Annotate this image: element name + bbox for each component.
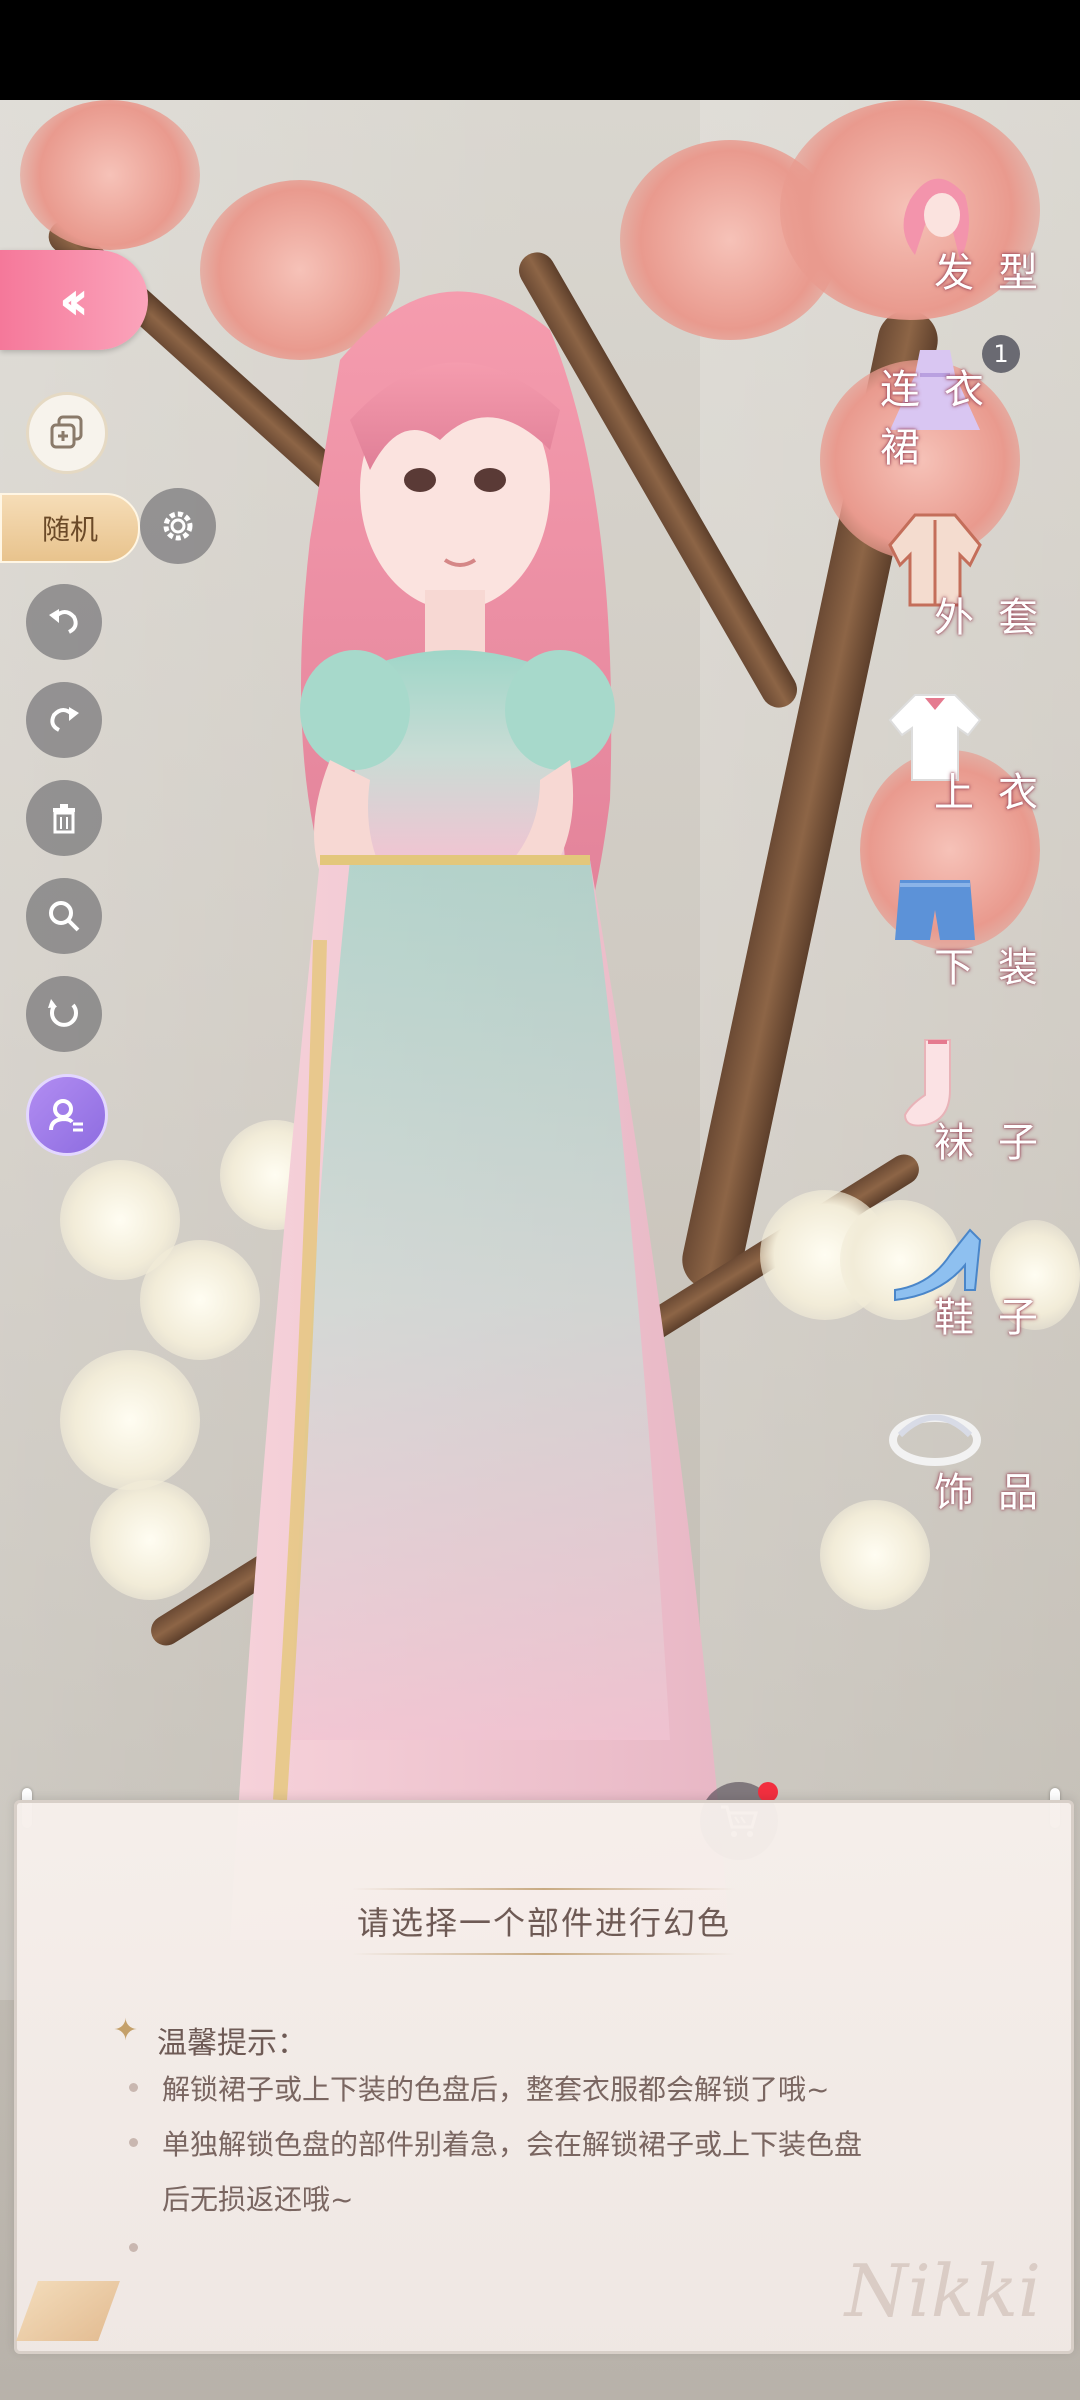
undo-icon (49, 609, 78, 634)
category-label: 上衣 (934, 770, 1062, 816)
tip-heading: 温馨提示： (157, 2026, 307, 2061)
layers-plus-icon (50, 415, 83, 449)
character-model (230, 291, 730, 1940)
category-bottoms[interactable]: 下装 (880, 855, 1080, 1005)
random-button[interactable]: 随机 (0, 493, 140, 563)
status-bar (0, 0, 1080, 100)
category-socks[interactable]: 袜子 (880, 1030, 1080, 1180)
category-label: 外套 (934, 595, 1062, 641)
signature-watermark: Nikki (844, 2249, 1041, 2333)
tip-line: 解锁裙子或上下装的色盘后，整套衣服都会解锁了哦~ (162, 2073, 830, 2106)
category-label: 连衣裙 (880, 367, 1008, 471)
category-top[interactable]: 上衣 (880, 680, 1080, 830)
bullet-dot (129, 2243, 138, 2252)
bullet-dot (129, 2083, 138, 2092)
trash-icon (53, 804, 75, 834)
layer-toggle-button[interactable] (26, 392, 108, 474)
sparkle-icon: ✦ (113, 2013, 139, 2048)
category-label: 发型 (934, 250, 1062, 296)
rotate-icon (48, 999, 78, 1027)
settings-button[interactable] (140, 488, 216, 564)
tip-line: 单独解锁色盘的部件别着急，会在解锁裙子或上下装色盘 (162, 2128, 863, 2161)
divider (352, 1953, 736, 1955)
zoom-button[interactable] (26, 878, 102, 954)
blossom-cluster (20, 100, 200, 250)
color-change-panel: 请选择一个部件进行幻色 ✦ 温馨提示： 解锁裙子或上下装的色盘后，整套衣服都会解… (14, 1800, 1074, 2354)
magnifier-icon (49, 901, 80, 932)
category-dress[interactable]: 1 连衣裙 (880, 335, 1080, 485)
double-chevron-left-icon: ‹‹ (58, 268, 89, 332)
category-coat[interactable]: 外套 (880, 505, 1080, 655)
category-accessory[interactable]: 饰品 (880, 1380, 1080, 1530)
back-button[interactable]: ‹‹ (0, 250, 148, 350)
panel-title: 请选择一个部件进行幻色 (356, 1904, 731, 1942)
gear-icon (163, 511, 193, 541)
tip-line: 后无损返还哦~ (162, 2183, 354, 2216)
bullet-dot (129, 2138, 138, 2147)
divider (352, 1888, 736, 1890)
corner-decoration (16, 2281, 120, 2341)
person-swap-icon (49, 1099, 83, 1132)
delete-button[interactable] (26, 780, 102, 856)
notification-dot (758, 1782, 778, 1802)
category-label: 鞋子 (934, 1295, 1062, 1341)
category-hairstyle[interactable]: 发型 (880, 160, 1080, 310)
redo-icon (50, 707, 79, 732)
category-label: 袜子 (934, 1120, 1062, 1166)
reset-button[interactable] (26, 976, 102, 1052)
category-shoes[interactable]: 鞋子 (880, 1205, 1080, 1355)
category-label: 下装 (934, 945, 1062, 991)
redo-button[interactable] (26, 682, 102, 758)
undo-button[interactable] (26, 584, 102, 660)
pose-button[interactable] (26, 1074, 108, 1156)
category-label: 饰品 (934, 1470, 1062, 1516)
